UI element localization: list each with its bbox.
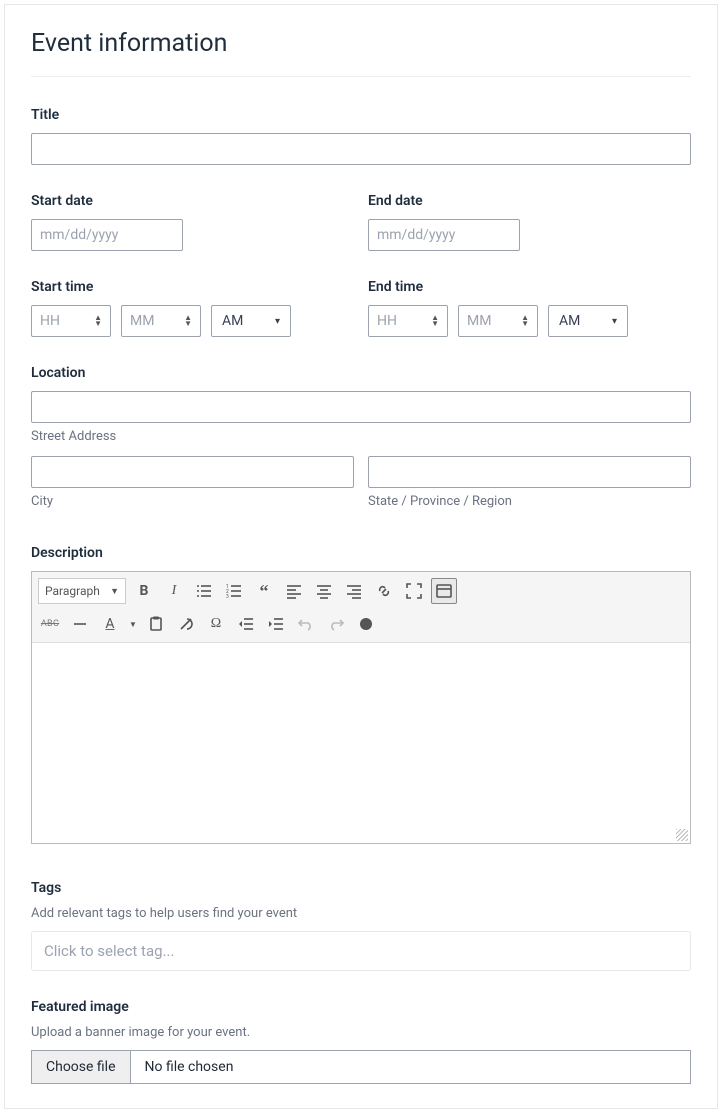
bold-button[interactable]: B bbox=[131, 578, 157, 604]
location-group: Location Street Address City State / Pro… bbox=[31, 365, 691, 509]
location-label: Location bbox=[31, 365, 691, 381]
page-title: Event information bbox=[31, 29, 691, 77]
description-label: Description bbox=[31, 545, 691, 561]
redo-button[interactable] bbox=[323, 611, 349, 637]
file-input[interactable]: Choose file No file chosen bbox=[31, 1050, 691, 1084]
end-time-group: End time HH ▲▼ MM ▲▼ AM ▾ bbox=[368, 279, 691, 337]
start-date-placeholder: mm/dd/yyyy bbox=[40, 227, 118, 243]
tags-placeholder: Click to select tag... bbox=[44, 942, 174, 960]
start-date-input[interactable]: mm/dd/yyyy bbox=[31, 219, 183, 251]
dropdown-triangle-icon: ▼ bbox=[110, 586, 119, 597]
start-time-hour-placeholder: HH bbox=[40, 313, 60, 329]
stepper-arrows-icon: ▲▼ bbox=[94, 315, 102, 327]
end-date-placeholder: mm/dd/yyyy bbox=[377, 227, 455, 243]
svg-text:3: 3 bbox=[226, 594, 229, 599]
italic-button[interactable]: I bbox=[161, 578, 187, 604]
chevron-down-icon: ▾ bbox=[612, 316, 617, 327]
city-sublabel: City bbox=[31, 494, 354, 509]
resize-grip-icon[interactable] bbox=[676, 829, 688, 841]
horizontal-rule-button[interactable] bbox=[67, 611, 93, 637]
featured-image-helper: Upload a banner image for your event. bbox=[31, 1025, 691, 1040]
city-input[interactable] bbox=[31, 456, 354, 488]
dates-row: Start date mm/dd/yyyy End date mm/dd/yyy… bbox=[31, 193, 691, 251]
align-center-button[interactable] bbox=[311, 578, 337, 604]
clear-formatting-button[interactable] bbox=[173, 611, 199, 637]
tags-helper: Add relevant tags to help users find you… bbox=[31, 906, 691, 921]
blockquote-button[interactable]: “ bbox=[251, 578, 277, 604]
start-time-group: Start time HH ▲▼ MM ▲▼ AM ▾ bbox=[31, 279, 354, 337]
stepper-arrows-icon: ▲▼ bbox=[184, 315, 192, 327]
times-row: Start time HH ▲▼ MM ▲▼ AM ▾ End time bbox=[31, 279, 691, 337]
numbered-list-button[interactable]: 123 bbox=[221, 578, 247, 604]
outdent-button[interactable] bbox=[233, 611, 259, 637]
indent-button[interactable] bbox=[263, 611, 289, 637]
title-label: Title bbox=[31, 107, 691, 123]
start-date-label: Start date bbox=[31, 193, 354, 209]
toolbar-toggle-button[interactable] bbox=[431, 578, 457, 604]
title-input[interactable] bbox=[31, 133, 691, 165]
editor-toolbar: Paragraph ▼ B I 123 “ bbox=[32, 572, 690, 643]
start-time-ampm-select[interactable]: AM ▾ bbox=[211, 305, 291, 337]
street-address-sublabel: Street Address bbox=[31, 429, 691, 444]
choose-file-button[interactable]: Choose file bbox=[32, 1051, 131, 1083]
start-time-minute-placeholder: MM bbox=[130, 313, 154, 329]
editor-content-area[interactable] bbox=[32, 643, 690, 843]
end-date-input[interactable]: mm/dd/yyyy bbox=[368, 219, 520, 251]
description-group: Description Paragraph ▼ B I 123 “ bbox=[31, 545, 691, 844]
start-time-minute-input[interactable]: MM ▲▼ bbox=[121, 305, 201, 337]
svg-text:?: ? bbox=[364, 620, 368, 629]
end-time-minute-placeholder: MM bbox=[467, 313, 491, 329]
end-date-group: End date mm/dd/yyyy bbox=[368, 193, 691, 251]
paragraph-format-select[interactable]: Paragraph ▼ bbox=[38, 578, 126, 604]
event-form-panel: Event information Title Start date mm/dd… bbox=[4, 4, 718, 1109]
link-button[interactable] bbox=[371, 578, 397, 604]
stepper-arrows-icon: ▲▼ bbox=[431, 315, 439, 327]
undo-button[interactable] bbox=[293, 611, 319, 637]
featured-image-group: Featured image Upload a banner image for… bbox=[31, 999, 691, 1084]
end-time-label: End time bbox=[368, 279, 691, 295]
end-time-hour-placeholder: HH bbox=[377, 313, 397, 329]
strikethrough-button[interactable]: ABC bbox=[37, 611, 63, 637]
align-right-button[interactable] bbox=[341, 578, 367, 604]
help-button[interactable]: ? bbox=[353, 611, 379, 637]
paste-text-button[interactable] bbox=[143, 611, 169, 637]
start-date-group: Start date mm/dd/yyyy bbox=[31, 193, 354, 251]
tags-label: Tags bbox=[31, 880, 691, 896]
tags-select-input[interactable]: Click to select tag... bbox=[31, 931, 691, 971]
bullet-list-button[interactable] bbox=[191, 578, 217, 604]
align-left-button[interactable] bbox=[281, 578, 307, 604]
state-input[interactable] bbox=[368, 456, 691, 488]
tags-group: Tags Add relevant tags to help users fin… bbox=[31, 880, 691, 971]
no-file-chosen-text: No file chosen bbox=[131, 1051, 248, 1083]
chevron-down-icon: ▾ bbox=[275, 316, 280, 327]
end-time-ampm-select[interactable]: AM ▾ bbox=[548, 305, 628, 337]
text-color-button[interactable]: A bbox=[97, 611, 123, 637]
text-color-dropdown-button[interactable]: ▼ bbox=[127, 611, 139, 637]
start-time-label: Start time bbox=[31, 279, 354, 295]
stepper-arrows-icon: ▲▼ bbox=[521, 315, 529, 327]
end-time-minute-input[interactable]: MM ▲▼ bbox=[458, 305, 538, 337]
featured-image-label: Featured image bbox=[31, 999, 691, 1015]
end-time-ampm-value: AM bbox=[559, 313, 580, 329]
title-field-group: Title bbox=[31, 107, 691, 165]
fullscreen-button[interactable] bbox=[401, 578, 427, 604]
start-time-ampm-value: AM bbox=[222, 313, 243, 329]
end-date-label: End date bbox=[368, 193, 691, 209]
rich-text-editor: Paragraph ▼ B I 123 “ bbox=[31, 571, 691, 844]
street-address-input[interactable] bbox=[31, 391, 691, 423]
start-time-hour-input[interactable]: HH ▲▼ bbox=[31, 305, 111, 337]
special-character-button[interactable]: Ω bbox=[203, 611, 229, 637]
end-time-hour-input[interactable]: HH ▲▼ bbox=[368, 305, 448, 337]
state-sublabel: State / Province / Region bbox=[368, 494, 691, 509]
